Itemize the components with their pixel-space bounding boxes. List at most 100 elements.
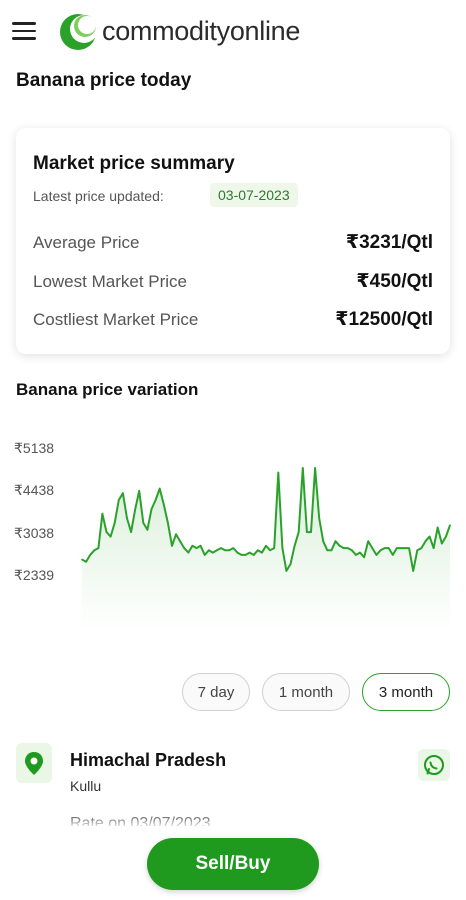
price-point (359, 551, 361, 554)
price-point (142, 522, 145, 524)
costliest-price-value: ₹12500/Qtl (335, 309, 433, 330)
y-tick-label: ₹2339 (14, 567, 54, 583)
costliest-price-row: Costliest Market Price ₹12500/Qtl (33, 308, 433, 331)
price-point (400, 547, 402, 549)
price-point (126, 517, 128, 520)
summary-title: Market price summary (33, 153, 235, 174)
price-point (248, 551, 251, 554)
price-point (265, 545, 267, 547)
price-point (342, 547, 345, 549)
price-point (383, 547, 386, 549)
price-point (408, 547, 410, 549)
range-7-day-button[interactable]: 7 day (182, 673, 250, 711)
price-point (289, 563, 292, 565)
price-point (314, 467, 316, 469)
average-price-value: ₹3231/Qtl (345, 232, 433, 253)
price-point (191, 545, 194, 547)
price-point (203, 554, 206, 556)
average-price-row: Average Price ₹3231/Qtl (33, 231, 433, 254)
price-point (371, 547, 374, 549)
price-point (228, 549, 230, 552)
price-point (436, 526, 439, 529)
price-point (445, 535, 447, 538)
price-point (93, 549, 96, 552)
price-point (277, 471, 280, 474)
price-point (293, 545, 296, 547)
price-point (154, 499, 157, 501)
price-point (113, 522, 116, 524)
sell-buy-button[interactable]: Sell/Buy (147, 838, 319, 890)
price-point (134, 508, 136, 510)
price-point (351, 549, 353, 552)
price-point (273, 547, 276, 549)
price-point (297, 531, 300, 533)
price-point (261, 551, 263, 554)
price-point (89, 554, 91, 556)
average-price-label: Average Price (33, 233, 140, 252)
price-point (379, 549, 382, 552)
price-point (224, 549, 226, 552)
price-point (179, 540, 181, 542)
price-point (130, 531, 132, 533)
price-point (85, 561, 87, 563)
price-point (432, 547, 435, 549)
location-district: Kullu (70, 778, 102, 794)
market-summary-card: Market price summary Latest price update… (16, 128, 450, 354)
price-point (424, 540, 427, 542)
price-point (420, 547, 423, 549)
price-point (118, 499, 120, 501)
variation-title: Banana price variation (16, 380, 199, 399)
price-point (338, 545, 341, 547)
page-title: Banana price today (16, 70, 192, 91)
price-point (306, 531, 308, 533)
price-point (412, 570, 415, 572)
price-point (392, 554, 394, 556)
price-point (105, 531, 108, 533)
menu-icon[interactable] (12, 22, 36, 40)
price-point (195, 547, 198, 549)
price-point (310, 531, 312, 533)
y-tick-label: ₹3038 (14, 525, 54, 541)
price-point (404, 547, 406, 549)
price-point (163, 503, 165, 506)
price-point (158, 487, 161, 490)
price-point (199, 545, 202, 547)
logo-text[interactable]: commodityonline (102, 16, 300, 47)
price-point (122, 492, 124, 494)
price-point (326, 549, 329, 552)
price-point (441, 542, 443, 545)
price-point (187, 551, 190, 554)
price-point (363, 556, 365, 558)
price-point (375, 554, 378, 556)
range-3-month-button[interactable]: 3 month (362, 673, 450, 711)
range-1-month-button[interactable]: 1 month (262, 673, 350, 711)
price-point (269, 549, 271, 552)
price-point (322, 540, 325, 542)
price-point (449, 524, 451, 526)
whatsapp-icon[interactable] (418, 749, 450, 781)
logo-icon (60, 14, 98, 50)
lowest-price-row: Lowest Market Price ₹450/Qtl (33, 270, 433, 293)
price-point (396, 547, 398, 549)
price-point (281, 547, 284, 549)
price-area-fill (82, 468, 450, 630)
app-header: commodityonline (0, 0, 466, 62)
y-tick-label: ₹5138 (14, 440, 54, 456)
price-point (81, 558, 83, 561)
price-point (416, 549, 419, 552)
price-point (240, 554, 243, 556)
price-point (216, 549, 218, 552)
price-variation-chart[interactable]: ₹5138 ₹4438 ₹3038 ₹2339 (0, 430, 466, 650)
price-point (355, 554, 357, 556)
price-point (387, 547, 390, 549)
price-point (330, 549, 333, 552)
location-state: Himachal Pradesh (70, 750, 227, 770)
costliest-price-label: Costliest Market Price (33, 310, 199, 329)
price-point (252, 554, 255, 556)
price-point (232, 547, 235, 549)
price-point (244, 554, 247, 556)
price-point (208, 549, 210, 552)
price-point (318, 517, 321, 520)
price-point (171, 545, 173, 547)
price-point (347, 547, 349, 549)
